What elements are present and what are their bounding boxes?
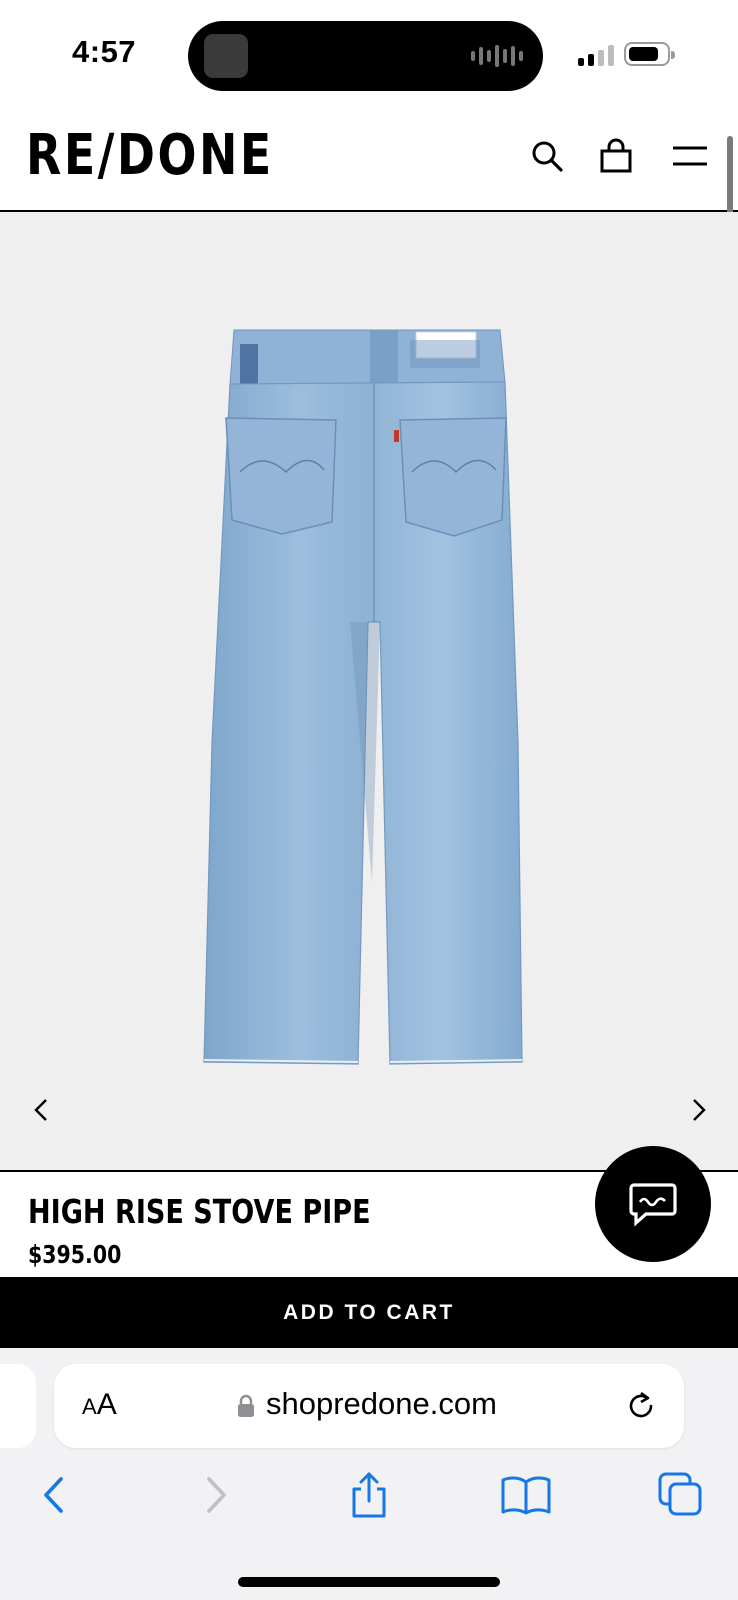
product-image-gallery[interactable]: [0, 212, 738, 1172]
chevron-left-icon[interactable]: [24, 1092, 60, 1128]
search-icon[interactable]: [527, 136, 567, 176]
forward-icon[interactable]: [190, 1470, 240, 1520]
chat-icon: [629, 1183, 677, 1227]
lock-icon: [238, 1394, 254, 1417]
status-time: 4:57: [72, 34, 137, 69]
previous-tab-preview[interactable]: [0, 1364, 36, 1448]
shopping-bag-icon[interactable]: [596, 136, 636, 176]
site-header: RE/DONE: [0, 108, 738, 212]
product-image-jeans: [203, 329, 523, 1065]
battery-icon: [624, 42, 675, 66]
audio-waveform-icon: [471, 43, 523, 69]
battery-fill: [629, 47, 658, 61]
url-text[interactable]: shopredone.com: [266, 1386, 497, 1422]
share-icon[interactable]: [344, 1470, 394, 1520]
browser-toolbar: AA shopredone.com: [0, 1348, 738, 1600]
now-playing-artwork: [204, 34, 248, 78]
chevron-right-icon[interactable]: [680, 1092, 716, 1128]
menu-icon[interactable]: [671, 136, 709, 176]
chat-button[interactable]: [595, 1146, 711, 1262]
status-bar: 4:57: [0, 0, 738, 108]
product-price: $395.00: [28, 1240, 122, 1269]
bookmarks-icon[interactable]: [500, 1470, 552, 1520]
reload-icon[interactable]: [626, 1390, 658, 1422]
cellular-signal-icon: [578, 44, 614, 66]
address-bar[interactable]: AA shopredone.com: [54, 1364, 684, 1448]
add-to-cart-button[interactable]: ADD TO CART: [0, 1277, 738, 1348]
home-indicator[interactable]: [238, 1577, 500, 1587]
redone-logo[interactable]: RE/DONE: [26, 128, 274, 184]
text-size-button[interactable]: AA: [82, 1388, 117, 1422]
product-name: HIGH RISE STOVE PIPE: [28, 1192, 371, 1231]
dynamic-island[interactable]: [188, 21, 543, 91]
back-icon[interactable]: [30, 1470, 80, 1520]
tabs-icon[interactable]: [656, 1470, 706, 1520]
